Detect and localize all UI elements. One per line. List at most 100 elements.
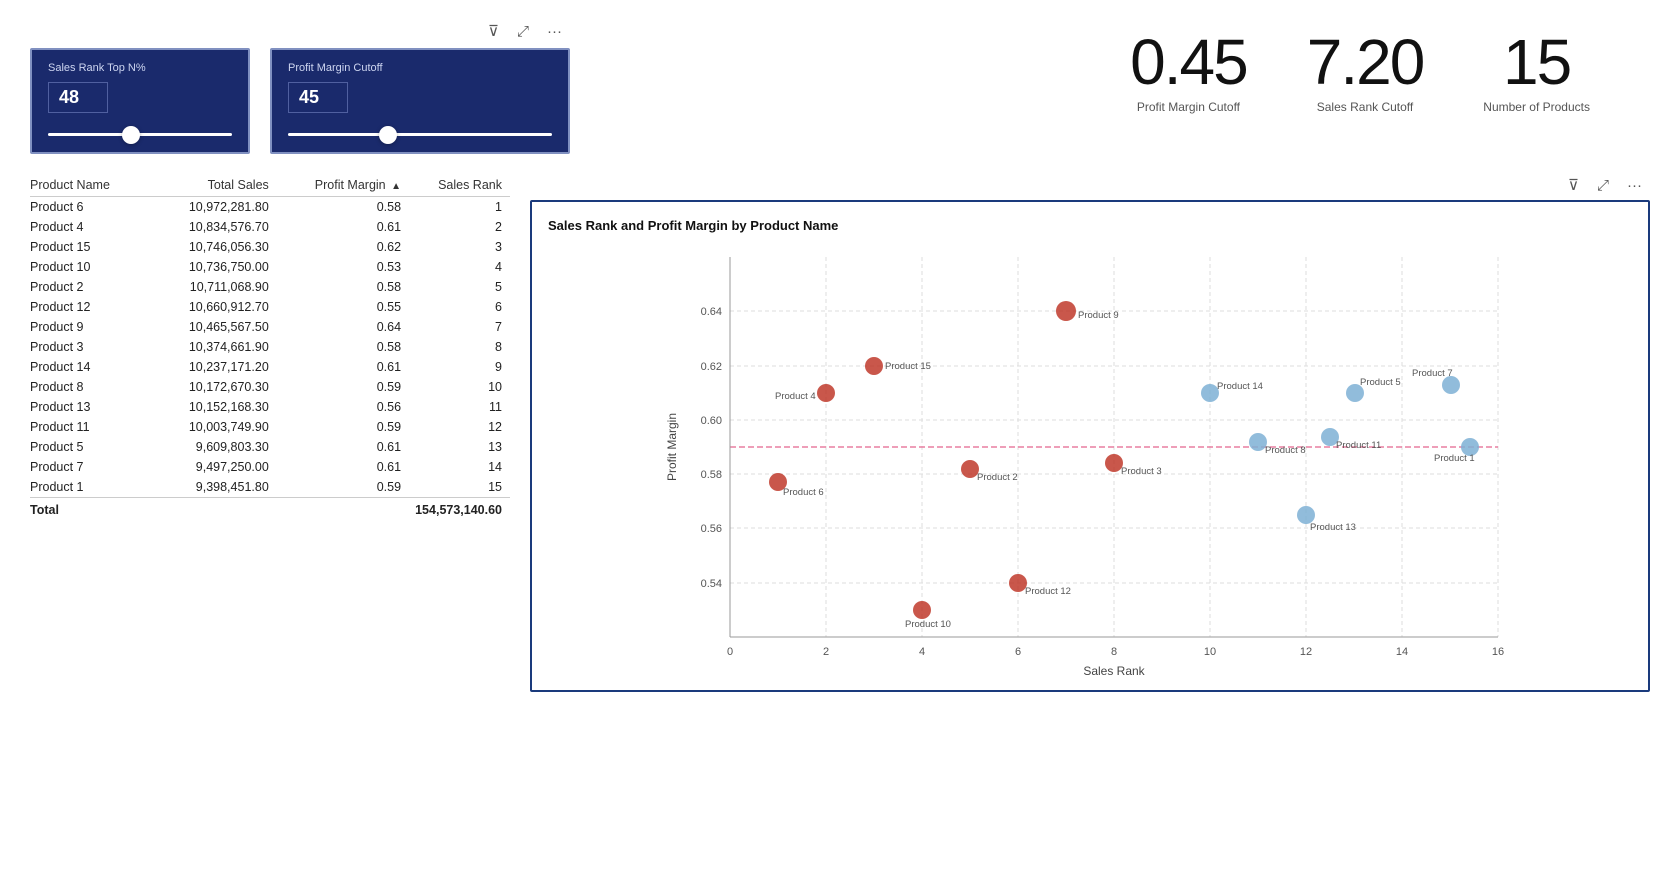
table-row: Product 59,609,803.300.6113 (30, 437, 510, 457)
more-icon-chart[interactable]: ··· (1623, 174, 1646, 196)
table-total-row: Total 154,573,140.60 (30, 498, 510, 521)
svg-text:4: 4 (919, 646, 925, 658)
svg-text:Product 8: Product 8 (1265, 445, 1306, 456)
table-row: Product 1410,237,171.200.619 (30, 357, 510, 377)
slicer-1-value: 48 (48, 82, 108, 113)
table-cell: 6 (409, 297, 510, 317)
slicer-2-thumb[interactable] (379, 126, 397, 144)
svg-text:0.56: 0.56 (701, 523, 722, 535)
sort-arrow-profit: ▲ (391, 181, 401, 192)
svg-text:6: 6 (1015, 646, 1021, 658)
svg-text:Product 13: Product 13 (1310, 522, 1356, 533)
col-product-name[interactable]: Product Name (30, 174, 153, 197)
table-cell: 10,660,912.70 (153, 297, 276, 317)
kpi-num-products: 15 Number of Products (1483, 30, 1590, 114)
svg-text:14: 14 (1396, 646, 1408, 658)
point-product10[interactable] (913, 601, 931, 619)
table-cell: 9 (409, 357, 510, 377)
svg-text:0: 0 (727, 646, 733, 658)
table-cell: Product 9 (30, 317, 153, 337)
col-total-sales[interactable]: Total Sales (153, 174, 276, 197)
table-cell: 10,152,168.30 (153, 397, 276, 417)
table-cell: 10,003,749.90 (153, 417, 276, 437)
chart-column: ⊽ ⤢ ··· Sales Rank and Profit Margin by … (530, 174, 1650, 692)
col-profit-margin[interactable]: Profit Margin ▲ (277, 174, 409, 197)
svg-text:12: 12 (1300, 646, 1312, 658)
table-cell: 10,834,576.70 (153, 217, 276, 237)
slicer-2-value: 45 (288, 82, 348, 113)
table-cell: Product 7 (30, 457, 153, 477)
table-row: Product 610,972,281.800.581 (30, 197, 510, 218)
table-cell: 13 (409, 437, 510, 457)
table-cell: 0.59 (277, 377, 409, 397)
table-cell: 3 (409, 237, 510, 257)
table-cell: Product 12 (30, 297, 153, 317)
svg-text:Sales Rank: Sales Rank (1083, 664, 1145, 677)
table-cell: 10,374,661.90 (153, 337, 276, 357)
kpi-section: 0.45 Profit Margin Cutoff 7.20 Sales Ran… (590, 20, 1650, 124)
filter-icon-slicer[interactable]: ⊽ (484, 20, 503, 42)
svg-text:2: 2 (823, 646, 829, 658)
kpi-profit-margin-value: 0.45 (1130, 30, 1247, 94)
svg-text:Product 12: Product 12 (1025, 586, 1071, 597)
point-product15[interactable] (865, 357, 883, 375)
chart-toolbar: ⊽ ⤢ ··· (530, 174, 1650, 196)
slicer-section: ⊽ ⤢ ··· Sales Rank Top N% 48 Profit Marg… (30, 20, 570, 154)
chart-header: Sales Rank and Profit Margin by Product … (548, 218, 1632, 233)
table-cell: 0.58 (277, 337, 409, 357)
table-cell: 14 (409, 457, 510, 477)
col-sales-rank[interactable]: Sales Rank (409, 174, 510, 197)
table-cell: Product 3 (30, 337, 153, 357)
more-icon-slicer[interactable]: ··· (543, 21, 566, 42)
table-cell: 8 (409, 337, 510, 357)
table-row: Product 210,711,068.900.585 (30, 277, 510, 297)
table-row: Product 1310,152,168.300.5611 (30, 397, 510, 417)
filter-icon-chart[interactable]: ⊽ (1564, 174, 1583, 196)
slicer-row: Sales Rank Top N% 48 Profit Margin Cutof… (30, 48, 570, 154)
table-row: Product 310,374,661.900.588 (30, 337, 510, 357)
table-cell: 10,972,281.80 (153, 197, 276, 218)
table-body: Product 610,972,281.800.581Product 410,8… (30, 197, 510, 498)
bottom-row: Product Name Total Sales Profit Margin ▲… (30, 174, 1650, 692)
table-cell: Product 1 (30, 477, 153, 498)
table-cell: Product 15 (30, 237, 153, 257)
table-section: Product Name Total Sales Profit Margin ▲… (30, 174, 510, 520)
table-row: Product 1510,746,056.300.623 (30, 237, 510, 257)
kpi-num-products-label: Number of Products (1483, 100, 1590, 114)
table-cell: Product 14 (30, 357, 153, 377)
table-cell: 10,465,567.50 (153, 317, 276, 337)
svg-text:Product 7: Product 7 (1412, 368, 1453, 379)
kpi-sales-rank: 7.20 Sales Rank Cutoff (1307, 30, 1424, 114)
table-row: Product 79,497,250.000.6114 (30, 457, 510, 477)
total-value: 154,573,140.60 (153, 498, 510, 521)
svg-text:Product 10: Product 10 (905, 619, 951, 630)
table-cell: Product 5 (30, 437, 153, 457)
table-cell: 10,237,171.20 (153, 357, 276, 377)
point-product9[interactable] (1056, 301, 1076, 321)
kpi-sales-rank-label: Sales Rank Cutoff (1307, 100, 1424, 114)
table-cell: Product 10 (30, 257, 153, 277)
table-cell: 1 (409, 197, 510, 218)
table-cell: 10,736,750.00 (153, 257, 276, 277)
slicer-2-title: Profit Margin Cutoff (288, 62, 552, 74)
point-product4[interactable] (817, 384, 835, 402)
table-row: Product 19,398,451.800.5915 (30, 477, 510, 498)
expand-icon-chart[interactable]: ⤢ (1593, 174, 1613, 196)
svg-text:0.60: 0.60 (701, 415, 722, 427)
table-cell: 0.55 (277, 297, 409, 317)
svg-text:Product 11: Product 11 (1336, 440, 1381, 451)
slicer-2-track (288, 133, 552, 136)
product-table: Product Name Total Sales Profit Margin ▲… (30, 174, 510, 520)
kpi-num-products-value: 15 (1483, 30, 1590, 94)
chart-svg-container: 0.54 0.56 0.58 0.60 0.62 0.64 0 2 4 (548, 237, 1632, 680)
table-row: Product 910,465,567.500.647 (30, 317, 510, 337)
table-cell: 15 (409, 477, 510, 498)
expand-icon-slicer[interactable]: ⤢ (513, 21, 533, 42)
table-cell: 9,497,250.00 (153, 457, 276, 477)
svg-text:Profit Margin: Profit Margin (665, 413, 679, 481)
svg-text:0.64: 0.64 (701, 306, 722, 318)
slicer-1-thumb[interactable] (122, 126, 140, 144)
scatter-chart: 0.54 0.56 0.58 0.60 0.62 0.64 0 2 4 (548, 237, 1632, 677)
table-cell: 0.62 (277, 237, 409, 257)
table-cell: 0.56 (277, 397, 409, 417)
